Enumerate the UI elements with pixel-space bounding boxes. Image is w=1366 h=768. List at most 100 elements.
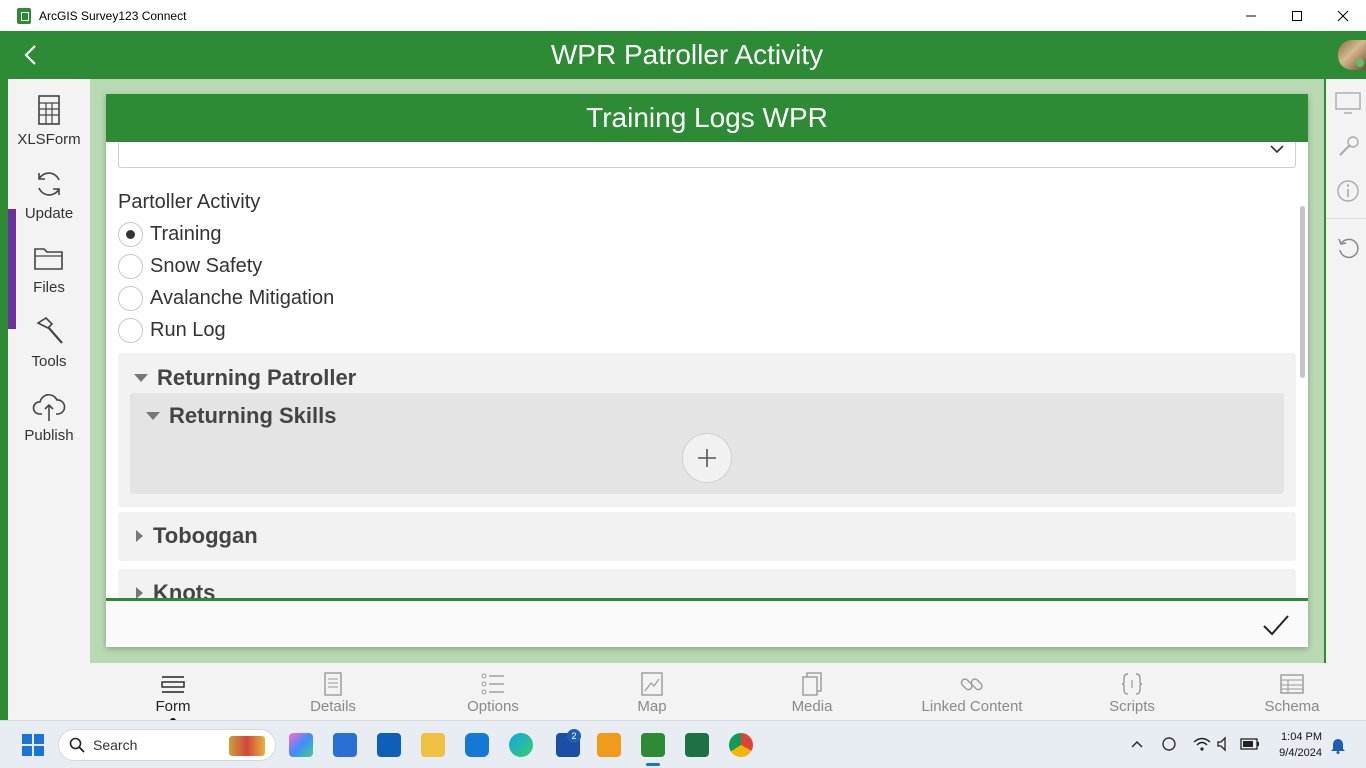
form-header: Training Logs WPR — [106, 94, 1308, 142]
tab-options[interactable]: Options — [428, 671, 558, 719]
sidebar-item-tools[interactable]: Tools — [8, 315, 90, 385]
sidebar-item-label: Update — [24, 205, 74, 222]
close-button[interactable] — [1320, 0, 1366, 31]
radio-selected-icon[interactable] — [118, 221, 143, 247]
app-circle-icon[interactable] — [465, 733, 489, 757]
question-label: Partoller Activity — [118, 191, 261, 213]
radio-option-avalanche-mitigation[interactable]: Avalanche Mitigation — [118, 284, 334, 312]
close-icon — [1337, 10, 1349, 21]
chrome-icon[interactable] — [729, 733, 753, 757]
sync-icon[interactable] — [1160, 736, 1178, 752]
file-explorer-icon[interactable] — [421, 733, 445, 757]
radio-unselected-icon[interactable] — [118, 253, 143, 279]
avatar[interactable] — [1338, 40, 1366, 70]
minimize-button[interactable] — [1228, 0, 1274, 31]
chevron-up-icon[interactable] — [1130, 739, 1144, 749]
copilot-icon[interactable] — [289, 733, 313, 757]
store-icon[interactable] — [333, 733, 357, 757]
outlook-icon[interactable] — [377, 733, 401, 757]
tab-form[interactable]: Form — [108, 671, 238, 719]
os-taskbar: Search 2 1:04 PM 9/4/2024 — [0, 720, 1366, 768]
undo-icon — [1338, 238, 1359, 259]
reset-button[interactable] — [1334, 234, 1362, 262]
tab-map[interactable]: Map — [587, 671, 717, 719]
battery-icon[interactable] — [1240, 737, 1260, 751]
online-status-dot — [1356, 59, 1364, 67]
radio-option-run-log[interactable]: Run Log — [118, 316, 226, 344]
app-orange-icon[interactable] — [597, 733, 621, 757]
group-header-returning-patroller[interactable]: Returning Patroller — [134, 365, 356, 391]
window-title: ArcGIS Survey123 Connect — [39, 8, 187, 23]
list-icon — [481, 673, 504, 695]
form-body[interactable]: Partoller Activity Training Snow Safety … — [106, 142, 1308, 598]
sidebar-item-xlsform[interactable]: XLSForm — [8, 93, 90, 163]
radio-unselected-icon[interactable] — [118, 285, 143, 311]
info-button[interactable] — [1334, 177, 1362, 205]
notification-badge: 2 — [567, 729, 581, 743]
radio-option-training[interactable]: Training — [118, 220, 222, 248]
tab-label: Map — [637, 698, 667, 715]
radio-option-label: Run Log — [150, 318, 226, 341]
clock-date: 9/4/2024 — [1279, 747, 1322, 759]
maximize-button[interactable] — [1274, 0, 1320, 31]
radio-option-snow-safety[interactable]: Snow Safety — [118, 252, 262, 280]
tab-schema[interactable]: Schema — [1227, 671, 1357, 719]
clock-time: 1:04 PM — [1281, 731, 1322, 743]
rail-divider — [1326, 218, 1366, 219]
system-clock[interactable]: 1:04 PM 9/4/2024 — [1279, 729, 1322, 761]
form-scrollbar[interactable] — [1300, 206, 1305, 378]
sidebar-item-files[interactable]: Files — [8, 241, 90, 311]
group-header-toboggan[interactable]: Toboggan — [134, 523, 258, 549]
radio-unselected-icon[interactable] — [118, 317, 143, 343]
windows-start-icon[interactable] — [22, 734, 44, 756]
add-repeat-button[interactable] — [682, 433, 732, 483]
minimize-icon — [1246, 15, 1256, 16]
submit-check-button[interactable] — [1262, 613, 1290, 637]
tab-label: Media — [791, 698, 833, 715]
tab-linked-content[interactable]: Linked Content — [907, 671, 1037, 719]
app-bar: WPR Patroller Activity — [8, 31, 1366, 79]
spreadsheet-icon — [38, 95, 60, 125]
braces-icon — [1121, 673, 1143, 695]
group-toboggan[interactable]: Toboggan — [118, 512, 1296, 561]
info-icon — [1337, 180, 1359, 202]
group-title: Returning Patroller — [157, 365, 357, 390]
tab-details[interactable]: Details — [268, 671, 398, 719]
tab-label: Form — [155, 698, 191, 715]
wifi-icon[interactable] — [1193, 736, 1211, 752]
edge-icon[interactable] — [509, 733, 533, 757]
tab-label: Linked Content — [921, 698, 1023, 715]
style-button[interactable] — [1334, 133, 1362, 161]
group-header-knots[interactable]: Knots — [134, 580, 215, 598]
excel-icon[interactable] — [685, 733, 709, 757]
group-knots[interactable]: Knots — [118, 569, 1296, 598]
group-header-returning-skills[interactable]: Returning Skills — [146, 403, 336, 429]
group-returning-patroller: Returning Patroller Returning Skills — [118, 353, 1296, 507]
volume-icon[interactable] — [1216, 736, 1232, 752]
sidebar-item-update[interactable]: Update — [8, 167, 90, 237]
survey123-taskbar-icon[interactable] — [641, 733, 665, 757]
collapse-triangle-icon — [134, 374, 148, 382]
sidebar-item-publish[interactable]: Publish — [8, 389, 90, 459]
search-label: Search — [93, 737, 138, 753]
tab-scripts[interactable]: Scripts — [1067, 671, 1197, 719]
right-rail — [1326, 79, 1366, 720]
taskbar-search-box[interactable]: Search — [58, 729, 276, 761]
palette-icon — [1339, 136, 1359, 156]
group-title: Returning Skills — [169, 403, 337, 428]
monitor-icon — [1335, 92, 1361, 114]
tab-media[interactable]: Media — [747, 671, 877, 719]
maximize-icon — [1292, 10, 1302, 21]
chevron-down-icon — [1270, 145, 1284, 154]
tab-label: Scripts — [1109, 698, 1155, 715]
cloud-upload-icon — [32, 394, 66, 421]
notification-bell-icon[interactable] — [1330, 736, 1346, 754]
form-card: Training Logs WPR Partoller Activity Tra… — [106, 94, 1308, 647]
device-preview-button[interactable] — [1334, 89, 1362, 117]
sidebar-item-label: Tools — [31, 353, 67, 370]
radio-option-label: Avalanche Mitigation — [150, 286, 335, 309]
dropdown-field[interactable] — [118, 142, 1296, 168]
left-sidebar: XLSForm Update Files Tools Publish — [8, 79, 90, 720]
app-frame: WPR Patroller Activity XLSForm Update Fi… — [0, 31, 1366, 724]
search-icon — [69, 737, 85, 753]
